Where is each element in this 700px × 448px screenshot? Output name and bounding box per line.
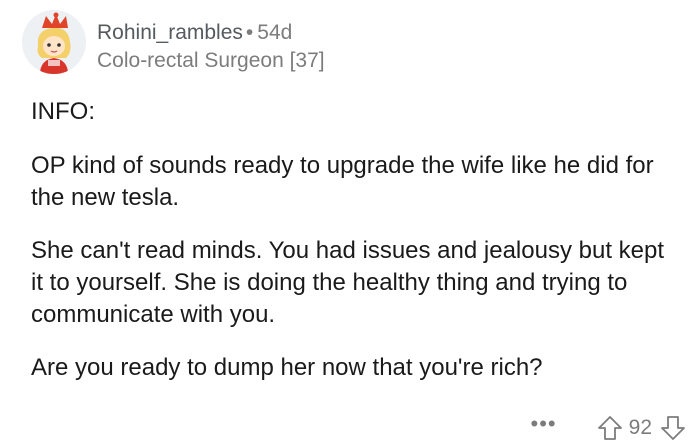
comment-age: 54d (257, 21, 293, 44)
comment-paragraph: OP kind of sounds ready to upgrade the w… (31, 152, 654, 211)
comment-paragraph: She can't read minds. You had issues and… (31, 237, 665, 328)
downvote-arrow-icon[interactable] (660, 415, 686, 441)
avatar[interactable] (22, 10, 86, 74)
avatar-icon (22, 10, 86, 74)
separator-dot: • (245, 21, 254, 44)
comment-paragraph: Are you ready to dump her now that you'r… (31, 354, 543, 381)
comment-paragraph: INFO: (31, 98, 95, 125)
comment-body: INFO: OP kind of sounds ready to upgrade… (31, 96, 681, 384)
user-flair: Colo-rectal Surgeon [37] (97, 49, 325, 72)
vote-score: 92 (628, 416, 652, 439)
comment-actions: ••• 92 (531, 412, 686, 444)
comment: Rohini_rambles • 54d Colo-rectal Surgeon [… (0, 0, 700, 448)
upvote-arrow-icon[interactable] (597, 415, 623, 441)
author-line: Rohini_rambles • 54d (97, 20, 325, 46)
username-link[interactable]: Rohini_rambles (97, 21, 243, 44)
more-options-icon[interactable]: ••• (531, 413, 557, 435)
comment-header: Rohini_rambles • 54d Colo-rectal Surgeon [… (97, 20, 325, 74)
